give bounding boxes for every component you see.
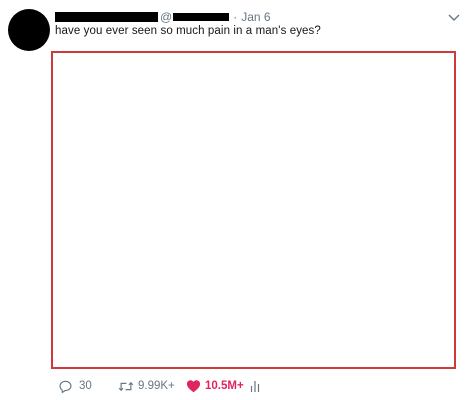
like-button[interactable]: 10.5M+ bbox=[186, 379, 250, 393]
reply-count: 30 bbox=[79, 380, 92, 392]
user-handle[interactable]: @ bbox=[160, 10, 233, 24]
avatar[interactable] bbox=[8, 9, 50, 51]
reply-button[interactable]: 30 bbox=[58, 379, 118, 394]
like-count: 10.5M+ bbox=[205, 380, 244, 392]
analytics-icon bbox=[250, 379, 262, 393]
tweet-header: @ · Jan 6 bbox=[55, 9, 271, 25]
tweet-actions: 30 9.99K+ 10.5M+ bbox=[58, 377, 262, 395]
chevron-down-icon[interactable] bbox=[447, 10, 461, 24]
retweet-count: 9.99K+ bbox=[138, 380, 175, 392]
redacted-handle bbox=[173, 13, 230, 21]
handle-at-sign: @ bbox=[160, 10, 173, 24]
separator-dot: · bbox=[233, 10, 238, 24]
tweet-text: have you ever seen so much pain in a man… bbox=[55, 25, 321, 37]
tweet-card[interactable]: @ · Jan 6 have you ever seen so much pai… bbox=[0, 0, 470, 400]
tweet-media[interactable] bbox=[51, 51, 456, 369]
heart-icon bbox=[186, 379, 201, 393]
analytics-button[interactable] bbox=[250, 379, 262, 393]
retweet-button[interactable]: 9.99K+ bbox=[118, 379, 186, 394]
reply-icon bbox=[58, 379, 73, 394]
redacted-display-name[interactable] bbox=[55, 12, 158, 22]
retweet-icon bbox=[118, 379, 134, 394]
tweet-date[interactable]: Jan 6 bbox=[241, 10, 270, 24]
